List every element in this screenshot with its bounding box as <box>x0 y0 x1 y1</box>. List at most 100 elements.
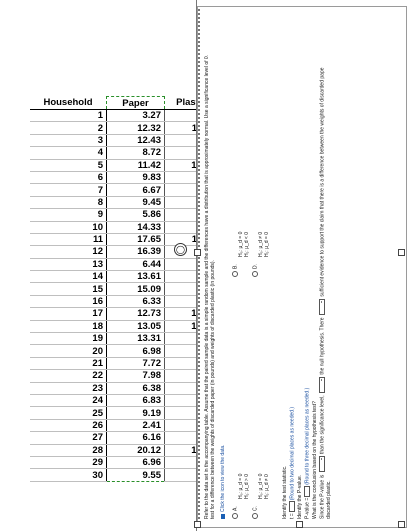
paper-cell: 6.67 <box>106 183 165 197</box>
comparison-dropdown[interactable] <box>319 456 325 473</box>
paper-cell: 9.55 <box>106 468 165 482</box>
resize-handle-bottom-right[interactable] <box>398 521 405 528</box>
paper-cell: 14.33 <box>106 221 165 234</box>
conclusion-text-5: discarded plastic. <box>326 480 332 519</box>
option-b[interactable]: B. H₀: μ_d = 0 H₁: μ_d < 0 <box>232 232 250 277</box>
household-cell: 12 <box>30 245 107 259</box>
table-row: 1913.3119.7 <box>30 332 218 346</box>
household-cell: 27 <box>30 431 107 445</box>
paper-cell: 6.38 <box>106 382 165 396</box>
option-c-radio[interactable] <box>252 513 258 519</box>
option-b-h1: H₁: μ_d < 0 <box>244 232 251 257</box>
household-cell: 22 <box>30 369 107 383</box>
table-row: 76.676.09 <box>30 183 218 197</box>
household-cell: 23 <box>30 382 107 396</box>
household-cell: 17 <box>30 307 107 321</box>
table-row: 1014.336.43 <box>30 221 218 234</box>
table-row: 511.4212.81 <box>30 159 218 172</box>
household-cell: 28 <box>30 444 107 457</box>
paper-cell: 2.41 <box>106 419 165 433</box>
option-a-h1: H₁: μ_d > 0 <box>244 474 251 499</box>
household-cell: 2 <box>30 121 107 135</box>
paper-cell: 6.44 <box>106 258 165 272</box>
table-row: 276.165.88 <box>30 431 218 445</box>
option-c-label: C. <box>252 506 259 511</box>
table-row: 217.723.86 <box>30 357 218 371</box>
option-d-h1: H₁: μ_d = 0 <box>264 232 271 257</box>
table-row: 312.438.57 <box>30 134 218 148</box>
table-row: 262.411.13 <box>30 419 218 433</box>
table-row: 1813.0512.31 <box>30 320 218 334</box>
p-value-row: P-value = (Round to three decimal places … <box>304 388 310 519</box>
paper-cell: 17.65 <box>106 233 165 247</box>
paper-cell: 12.73 <box>106 307 165 321</box>
household-cell: 7 <box>30 183 107 197</box>
conclusion-row: Since the P-value is than the significan… <box>319 67 326 519</box>
p-value-input[interactable] <box>304 485 310 497</box>
household-cell: 4 <box>30 146 107 160</box>
paper-cell: 11.42 <box>106 159 165 172</box>
household-cell: 5 <box>30 159 107 172</box>
household-cell: 16 <box>30 295 107 309</box>
t-prefix: t = <box>289 513 296 519</box>
resize-handle-right[interactable] <box>398 249 405 256</box>
paper-cell: 13.05 <box>106 320 165 334</box>
table-row: 95.863.91 <box>30 208 218 222</box>
option-c-h1: H₁: μ_d ≠ 0 <box>264 474 271 499</box>
household-cell: 3 <box>30 134 107 148</box>
decision-dropdown[interactable] <box>319 376 325 393</box>
option-d-label: D. <box>252 264 259 269</box>
household-cell: 21 <box>30 357 107 371</box>
table-row: 13.270.63 <box>30 109 218 123</box>
household-cell: 11 <box>30 233 107 247</box>
evidence-dropdown[interactable] <box>319 299 325 316</box>
resize-handle-bottom-left[interactable] <box>194 521 201 528</box>
resize-handle-left[interactable] <box>194 249 201 256</box>
test-stat-row: t = (Round to two decimal places as neede… <box>289 407 295 519</box>
table-row: 1413.618.95 <box>30 270 218 284</box>
table-row: 206.982.65 <box>30 344 218 358</box>
household-cell: 29 <box>30 456 107 470</box>
view-data-label[interactable]: Click the icon to view the data. <box>220 444 226 512</box>
option-a-label: A. <box>232 506 239 511</box>
paper-cell: 20.12 <box>106 444 165 457</box>
table-row: 2820.1218.35 <box>30 444 218 457</box>
panel-left-border <box>196 0 197 531</box>
option-a[interactable]: A. H₀: μ_d = 0 H₁: μ_d > 0 <box>232 474 250 519</box>
household-cell: 1 <box>30 109 107 123</box>
household-cell: 9 <box>30 208 107 222</box>
intro-line-2: test for a difference between the weight… <box>210 260 216 519</box>
paper-cell: 15.09 <box>106 282 165 296</box>
table-row: 212.3211.17 <box>30 121 218 135</box>
view-data-link[interactable]: Click the icon to view the data. <box>220 444 226 519</box>
paper-cell: 13.61 <box>106 270 165 284</box>
paper-cell: 9.45 <box>106 196 165 210</box>
conclusion-text-4: sufficient evidence to support the claim… <box>319 67 326 297</box>
table-row: 1117.6511.76 <box>30 233 218 247</box>
header-paper: Paper <box>106 96 165 110</box>
household-cell: 8 <box>30 196 107 210</box>
test-stat-input[interactable] <box>289 501 295 513</box>
table-row: 89.453.02 <box>30 196 218 210</box>
table-row: 69.836.26 <box>30 171 218 185</box>
household-cell: 15 <box>30 282 107 296</box>
paper-cell: 7.98 <box>106 369 165 383</box>
table-row: 1515.099.11 <box>30 282 218 296</box>
household-cell: 20 <box>30 344 107 358</box>
option-d-radio[interactable] <box>252 271 258 277</box>
table-row: 309.559.2 <box>30 468 218 482</box>
option-c[interactable]: C. H₀: μ_d = 0 H₁: μ_d ≠ 0 <box>252 474 270 519</box>
option-b-radio[interactable] <box>232 271 238 277</box>
rotated-content: Refer to the data set in the accompanyin… <box>198 7 406 527</box>
option-d[interactable]: D. H₀: μ_d ≠ 0 H₁: μ_d = 0 <box>252 232 270 277</box>
resize-handle-bottom[interactable] <box>296 521 303 528</box>
household-cell: 30 <box>30 468 107 482</box>
p-hint: (Round to three decimal places as needed… <box>304 387 311 485</box>
option-a-radio[interactable] <box>232 513 238 519</box>
household-cell: 24 <box>30 394 107 408</box>
data-table: Household Paper Plastic 13.270.63212.321… <box>30 96 218 482</box>
paper-cell: 6.98 <box>106 344 165 358</box>
data-table-icon[interactable] <box>220 514 225 519</box>
household-cell: 6 <box>30 171 107 185</box>
table-row: 259.193.74 <box>30 406 218 420</box>
